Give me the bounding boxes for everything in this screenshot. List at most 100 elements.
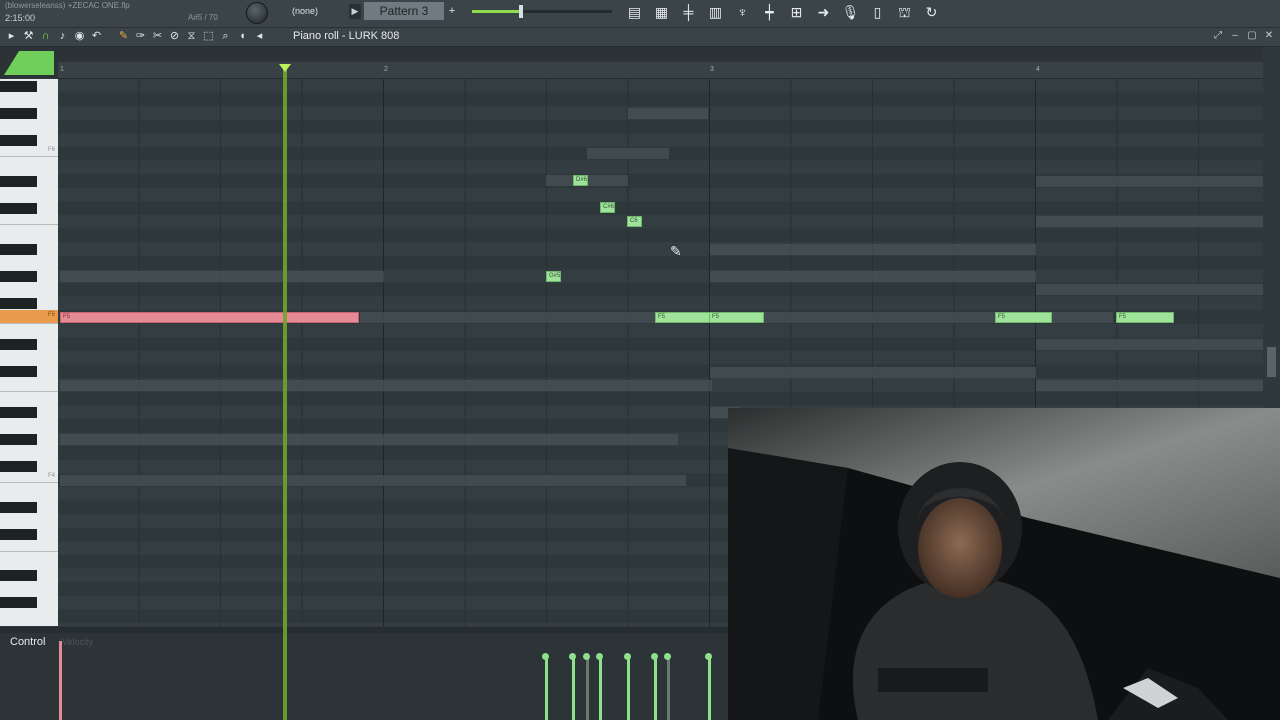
snap-icon[interactable]: ∩ — [38, 29, 53, 44]
black-key[interactable] — [0, 407, 37, 418]
plugin-icon[interactable]: ♆ — [732, 2, 753, 23]
zoom-icon[interactable]: ⌕ — [218, 29, 233, 44]
ghost-note — [710, 271, 1036, 282]
piano-roll-toolbar: ▸ ⚒ ∩ ♪ ◉ ↶ ✎ ✑ ✂ ⊘ ⧖ ⬚ ⌕ ◖ ◂ Piano roll… — [0, 28, 1280, 47]
tempo-icon[interactable]: ⊞ — [786, 2, 807, 23]
ghost-note — [60, 434, 678, 445]
black-key[interactable] — [0, 271, 37, 282]
master-volume-handle[interactable] — [519, 5, 523, 18]
event-strip — [58, 47, 1263, 62]
mixer-icon[interactable]: ╪ — [678, 2, 699, 23]
black-key[interactable] — [0, 461, 37, 472]
ghost-note — [1036, 339, 1263, 350]
ghost-note — [1036, 216, 1263, 227]
black-key[interactable] — [0, 597, 37, 608]
add-pattern-button[interactable]: + — [446, 4, 458, 19]
black-key[interactable] — [0, 135, 37, 146]
paint-icon[interactable]: ✑ — [133, 29, 148, 44]
maximize-icon[interactable]: ▢ — [1245, 29, 1259, 43]
black-key[interactable] — [0, 434, 37, 445]
black-key[interactable] — [0, 502, 37, 513]
playlist-icon[interactable]: ▤ — [624, 2, 645, 23]
velocity-bar[interactable] — [624, 653, 631, 720]
minimize-icon[interactable]: – — [1228, 29, 1242, 43]
detach-icon[interactable]: ⤢ — [1211, 29, 1225, 43]
browser-icon[interactable]: ┿ — [759, 2, 780, 23]
note[interactable]: D#6 — [573, 175, 588, 186]
velocity-bar[interactable] — [569, 653, 576, 720]
note-red[interactable]: F5 — [60, 312, 359, 323]
velocity-bar[interactable] — [583, 653, 590, 720]
black-key[interactable] — [0, 176, 37, 187]
key-divider — [0, 391, 58, 392]
bar-number: 3 — [710, 66, 714, 73]
note-icon[interactable]: ♪ — [55, 29, 70, 44]
stop-icon[interactable]: ◉ — [72, 29, 87, 44]
black-key[interactable] — [0, 298, 37, 309]
note[interactable]: G#5 — [546, 271, 561, 282]
black-key[interactable] — [0, 570, 37, 581]
undo-icon[interactable]: ↶ — [89, 29, 104, 44]
select-icon[interactable]: ⬚ — [201, 29, 216, 44]
window-controls: ⤢ – ▢ ✕ — [1211, 29, 1276, 43]
bar-number: 1 — [60, 66, 64, 73]
mute-icon[interactable]: ⊘ — [167, 29, 182, 44]
black-key[interactable] — [0, 244, 37, 255]
black-key[interactable] — [0, 203, 37, 214]
key-divider — [0, 551, 58, 552]
ghost-note — [60, 475, 686, 486]
channel-selector[interactable]: (none) — [288, 4, 342, 19]
close-icon[interactable]: ✕ — [1262, 29, 1276, 43]
black-key[interactable] — [0, 108, 37, 119]
note[interactable]: F5 — [1116, 312, 1174, 323]
velocity-bar[interactable] — [705, 653, 712, 720]
velocity-bar[interactable] — [651, 653, 658, 720]
velocity-lane[interactable]: Control Velocity — [0, 633, 728, 720]
master-volume-slider[interactable] — [472, 5, 612, 18]
black-key[interactable] — [0, 529, 37, 540]
note[interactable]: F5 — [995, 312, 1052, 323]
delete-icon[interactable]: ✂ — [150, 29, 165, 44]
pencil-icon[interactable]: ✎ — [116, 29, 131, 44]
black-key[interactable] — [0, 339, 37, 350]
refresh-icon[interactable]: ↻ — [921, 2, 942, 23]
control-label[interactable]: Control — [10, 636, 45, 648]
file-icon[interactable]: ▯ — [867, 2, 888, 23]
velocity-bar[interactable] — [542, 653, 549, 720]
ghost-note — [1036, 380, 1263, 391]
note[interactable]: F5 — [655, 312, 711, 323]
key-divider — [0, 224, 58, 225]
black-key[interactable] — [0, 366, 37, 377]
ghost-note — [1036, 284, 1263, 295]
stamp-icon[interactable]: ⛫ — [894, 2, 915, 23]
pattern-arrow-icon[interactable]: ▶ — [349, 4, 361, 19]
note[interactable]: C#6 — [600, 202, 615, 213]
magnet-icon[interactable]: ⚒ — [21, 29, 36, 44]
slice-icon[interactable]: ⧖ — [184, 29, 199, 44]
piano-keyboard[interactable]: F6 F5 F4 — [0, 79, 58, 626]
song-time: 2:15:00 — [5, 13, 36, 23]
pattern-selector[interactable]: Pattern 3 — [364, 2, 444, 20]
scroll-thumb[interactable] — [1267, 347, 1276, 377]
velocity-bar[interactable] — [664, 653, 671, 720]
timeline-ruler[interactable]: 1 2 3 4 — [58, 62, 1263, 79]
piano-roll-title: Piano roll - LURK 808 — [293, 30, 400, 42]
arrow-icon[interactable]: ➜ — [813, 2, 834, 23]
piano-roll-corner-icon[interactable] — [0, 47, 58, 78]
play-icon[interactable]: ▸ — [4, 29, 19, 44]
mic-icon[interactable]: 🎙 — [840, 2, 861, 23]
note[interactable]: C6 — [627, 216, 642, 227]
ghost-note — [60, 380, 712, 391]
arrow-toggle-icon[interactable]: ◂ — [252, 29, 267, 44]
velocity-bar[interactable] — [596, 653, 603, 720]
velocity-bar-red[interactable] — [59, 641, 62, 720]
playhead-marker[interactable] — [279, 64, 291, 72]
note[interactable]: F5 — [709, 312, 764, 323]
key-label: F4 — [48, 473, 56, 479]
piano-roll-icon[interactable]: ▦ — [651, 2, 672, 23]
channel-rack-icon[interactable]: ▥ — [705, 2, 726, 23]
main-volume-knob[interactable] — [246, 2, 268, 24]
main-toolbar: (blowerseleanss) +ZECAC ONE.flp 2:15:00 … — [0, 0, 1280, 28]
black-key[interactable] — [0, 81, 37, 92]
speaker-icon[interactable]: ◖ — [235, 29, 250, 44]
